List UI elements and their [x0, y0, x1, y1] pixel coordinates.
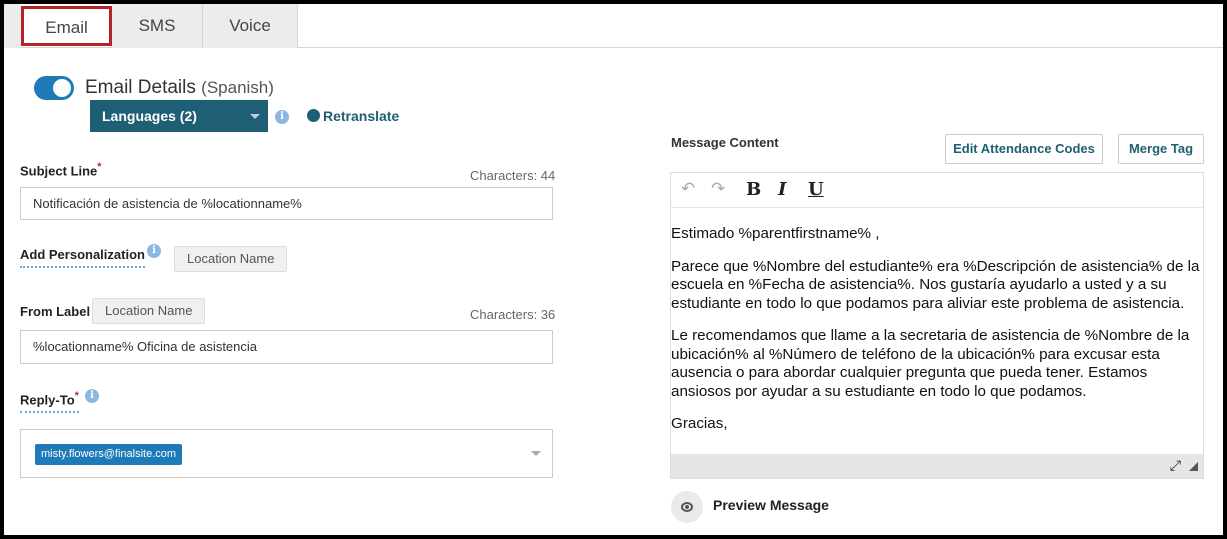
- reply-to-label-text: Reply-To: [20, 392, 75, 408]
- eye-pupil: [685, 505, 689, 509]
- message-paragraph: Parece que %Nombre del estudiante% era %…: [671, 257, 1200, 312]
- details-title-text: Email Details: [85, 77, 196, 98]
- editor-statusbar: ⤢: [671, 454, 1203, 478]
- resize-handle[interactable]: [1189, 462, 1198, 471]
- merge-tag-button[interactable]: Merge Tag: [1118, 134, 1204, 164]
- languages-dropdown[interactable]: Languages (2): [90, 100, 268, 132]
- languages-label: Languages (2): [102, 108, 197, 124]
- tab-voice[interactable]: Voice: [203, 4, 298, 48]
- from-label-label: From Label: [20, 304, 91, 319]
- tab-bar-filler: [4, 4, 21, 48]
- from-location-chip[interactable]: Location Name: [92, 298, 206, 324]
- info-icon[interactable]: i: [85, 389, 99, 403]
- email-details-toggle[interactable]: [34, 76, 74, 100]
- edit-attendance-codes-button[interactable]: Edit Attendance Codes: [945, 134, 1103, 164]
- details-language-note: (Spanish): [201, 78, 274, 97]
- subject-label-text: Subject Line: [20, 163, 98, 179]
- undo-icon[interactable]: ↶: [681, 179, 695, 199]
- chevron-down-icon: [250, 114, 260, 119]
- italic-button[interactable]: I: [778, 179, 786, 200]
- retranslate-label: Retranslate: [323, 108, 400, 124]
- message-paragraph: Le recomendamos que llame a la secretari…: [671, 327, 1190, 400]
- expand-icon[interactable]: ⤢: [1170, 457, 1181, 474]
- message-body[interactable]: Estimado %parentfirstname% , Parece que …: [671, 208, 1203, 454]
- personalization-label-text: Add Personalization: [20, 247, 145, 262]
- redo-icon[interactable]: ↷: [711, 179, 725, 199]
- chevron-down-icon[interactable]: [531, 451, 541, 456]
- message-editor: ↶ ↷ B I U Estimado %parentfirstname% , P…: [670, 172, 1204, 479]
- add-personalization-label: Add Personalization: [20, 247, 145, 268]
- subject-line-label: Subject Line*: [20, 161, 102, 178]
- toggle-knob: [53, 79, 71, 97]
- editor-toolbar: ↶ ↷ B I U: [671, 173, 1203, 208]
- from-char-count: Characters: 36: [470, 307, 556, 322]
- underline-button[interactable]: U: [808, 179, 824, 200]
- reply-to-label: Reply-To*: [20, 390, 79, 414]
- email-details-title: Email Details (Spanish): [85, 77, 274, 99]
- required-mark: *: [97, 161, 102, 173]
- globe-icon: [307, 109, 320, 122]
- retranslate-link[interactable]: Retranslate: [307, 108, 399, 124]
- info-icon[interactable]: i: [147, 244, 161, 258]
- message-paragraph: Estimado %parentfirstname% ,: [671, 225, 880, 242]
- from-label-input[interactable]: %locationname% Oficina de asistencia: [20, 330, 553, 364]
- email-settings-panel: Email SMS Voice Email Details (Spanish) …: [4, 4, 1223, 535]
- subject-char-count: Characters: 44: [470, 168, 556, 183]
- message-paragraph: Gracias,: [671, 415, 728, 432]
- subject-input[interactable]: Notificación de asistencia de %locationn…: [20, 187, 553, 220]
- eye-icon[interactable]: [671, 491, 703, 523]
- reply-to-email-tag[interactable]: misty.flowers@finalsite.com: [35, 444, 183, 465]
- info-icon[interactable]: i: [275, 110, 289, 124]
- personalization-location-chip[interactable]: Location Name: [174, 246, 288, 272]
- preview-message-link[interactable]: Preview Message: [713, 497, 829, 513]
- tab-email[interactable]: Email: [21, 6, 112, 46]
- bold-button[interactable]: B: [746, 179, 761, 200]
- message-content-title: Message Content: [671, 135, 779, 150]
- required-mark: *: [74, 390, 79, 402]
- tab-sms[interactable]: SMS: [112, 4, 203, 48]
- channel-tabs: Email SMS Voice: [4, 4, 1223, 48]
